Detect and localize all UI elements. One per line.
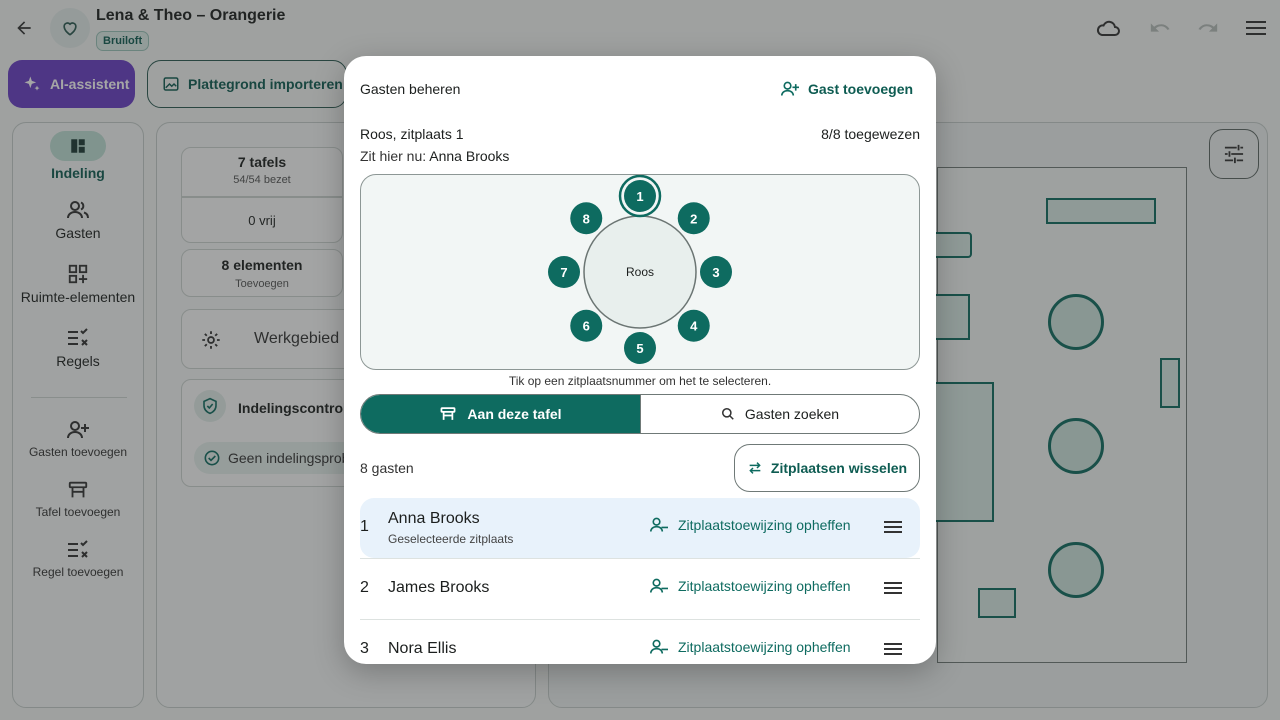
seat-number-label: 6 [583,319,590,334]
guest-view-tabs: Aan deze tafel Gasten zoeken [360,394,920,434]
guest-count: 8 gasten [360,460,414,476]
guest-seat-number: 1 [360,518,369,535]
person-remove-icon [650,639,668,654]
drag-handle-icon[interactable] [882,640,904,660]
seat-number-label: 5 [636,341,643,356]
tab-search-guests[interactable]: Gasten zoeken [640,395,919,433]
unassign-seat-label: Zitplaatstoewijzing opheffen [678,639,851,655]
seat-1-button[interactable]: 1 [618,174,662,218]
seat-number-label: 3 [712,265,719,280]
guest-name: Anna Brooks [388,510,480,527]
person-remove-icon [650,578,668,593]
tab-label: Gasten zoeken [744,406,840,422]
selected-seat-label: Roos, zitplaats 1 [360,126,464,142]
seat-number-label: 1 [636,189,643,204]
seat-4-button[interactable]: 4 [677,309,710,342]
seat-selection-hint: Tik op een zitplaatsnummer om het te sel… [508,374,772,388]
guest-row[interactable]: 1 Anna Brooks Geselecteerde zitplaats Zi… [360,498,920,558]
dialog-title: Gasten beheren [360,81,461,97]
unassign-seat-button[interactable]: Zitplaatstoewijzing opheffen [648,516,851,534]
search-icon [721,407,734,420]
drag-handle-icon[interactable] [882,579,904,599]
table-seat-diagram: Roos 1 2 3 4 5 6 7 8 [360,174,920,370]
swap-seats-label: Zitplaatsen wisselen [770,460,908,476]
current-occupant-prefix: Zit hier nu: [360,148,427,164]
drag-handle-icon[interactable] [882,518,904,538]
tab-at-this-table[interactable]: Aan deze tafel [361,395,640,433]
swap-seats-button[interactable]: Zitplaatsen wisselen [734,444,920,492]
app-root: Lena & Theo – Orangerie Bruiloft AI-assi… [0,0,1280,720]
assigned-count: 8/8 toegewezen [821,126,920,142]
guest-name: James Brooks [388,579,490,596]
seat-2-button[interactable]: 2 [677,202,710,235]
seat-7-button[interactable]: 7 [548,256,580,288]
manage-guests-dialog: Gasten beheren Gast toevoegen Roos, zitp… [344,56,936,664]
guest-row[interactable]: 2 James Brooks Zitplaatstoewijzing ophef… [360,559,920,619]
seat-3-button[interactable]: 3 [700,256,732,288]
current-occupant-name: Anna Brooks [429,148,510,164]
seat-number-label: 8 [583,211,590,226]
current-occupant: Zit hier nu: Anna Brooks [360,148,509,164]
seat-number-label: 7 [560,265,567,280]
add-guest-button[interactable]: Gast toevoegen [780,80,913,98]
table-icon [441,407,456,420]
unassign-seat-button[interactable]: Zitplaatstoewijzing opheffen [648,638,851,656]
guest-seat-number: 2 [360,579,369,596]
unassign-seat-label: Zitplaatstoewijzing opheffen [678,578,851,594]
person-add-icon [781,81,799,96]
person-remove-icon [650,517,668,532]
swap-icon [749,462,761,474]
table-name-label: Roos [626,265,654,279]
unassign-seat-button[interactable]: Zitplaatstoewijzing opheffen [648,577,851,595]
guest-seat-number: 3 [360,640,369,657]
seat-5-button[interactable]: 5 [624,332,656,364]
guest-row[interactable]: 3 Nora Ellis Zitplaatstoewijzing opheffe… [360,620,920,664]
seat-6-button[interactable]: 6 [570,309,603,342]
guest-row-subtitle: Geselecteerde zitplaats [388,532,514,546]
tab-label: Aan deze tafel [467,406,562,422]
seat-number-label: 2 [690,211,697,226]
add-guest-label: Gast toevoegen [808,81,914,97]
round-table-diagram: Roos 1 2 3 4 5 6 7 8 [548,174,732,364]
guest-name: Nora Ellis [388,640,457,657]
unassign-seat-label: Zitplaatstoewijzing opheffen [678,517,851,533]
seat-number-label: 4 [690,319,698,334]
seat-8-button[interactable]: 8 [570,202,603,235]
